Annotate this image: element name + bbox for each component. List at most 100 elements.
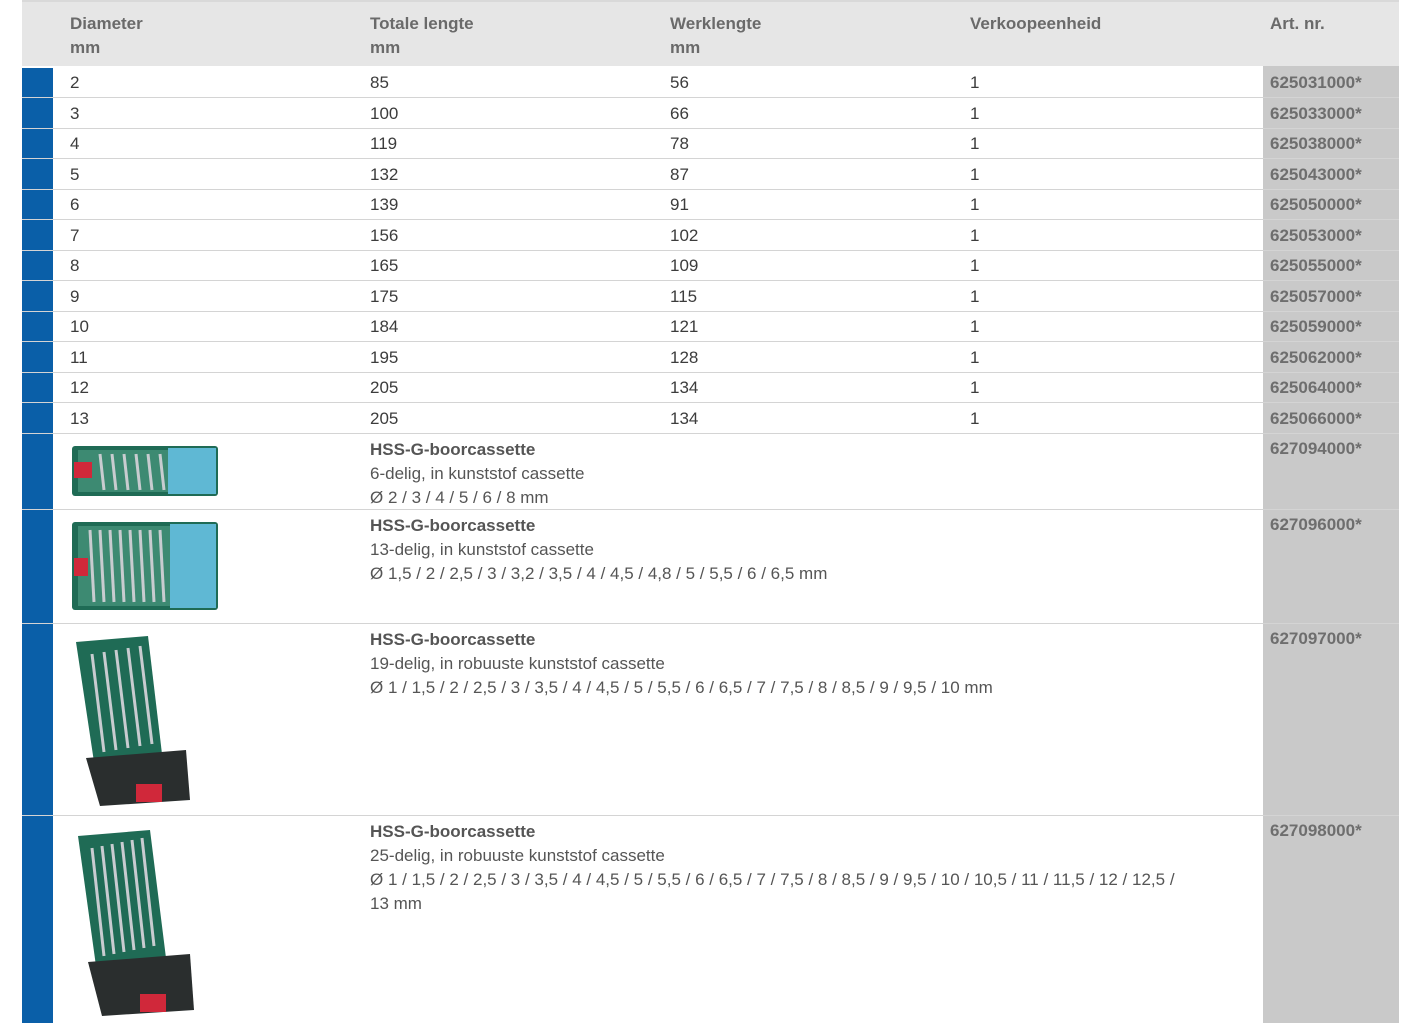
cell-sales-unit: 1	[970, 317, 980, 336]
table-row: 4 119 78 1 625038000*	[22, 129, 1399, 159]
product-article-number: 627097000*	[1270, 629, 1362, 648]
table-row: 13 205 134 1 625066000*	[22, 404, 1399, 434]
cell-work-length: 56	[670, 73, 689, 92]
product-text: HSS-G-boorcassette 13-delig, in kunststo…	[370, 514, 1250, 586]
cell-sales-unit: 1	[970, 164, 980, 184]
product-title: HSS-G-boorcassette	[370, 440, 536, 459]
cell-total-length: 165	[370, 256, 399, 275]
cell-sales-unit: 1	[970, 103, 980, 123]
table-header: Diameter mm Totale lengte mm Werklengte …	[22, 0, 1399, 66]
cell-sales-unit: 1	[970, 286, 980, 306]
product-row: HSS-G-boorcassette 13-delig, in kunststo…	[22, 510, 1399, 624]
cell-diameter: 5	[70, 164, 80, 184]
header-diameter-unit: mm	[70, 38, 101, 57]
cell-diameter: 10	[70, 317, 89, 336]
header-sales-unit-label: Verkoopeenheid	[970, 14, 1102, 33]
cell-sales-unit: 1	[970, 134, 980, 153]
cell-total-length: 100	[370, 103, 399, 123]
product-description: 25-delig, in robuuste kunststof cassette	[370, 846, 665, 865]
cell-diameter: 11	[70, 347, 88, 367]
header-sales-unit: Verkoopeenheid	[970, 12, 1101, 36]
cell-work-length: 115	[670, 286, 698, 306]
drill-box-image	[76, 636, 190, 806]
table-row: 2 85 56 1 625031000*	[22, 68, 1399, 98]
cell-total-length: 119	[370, 134, 398, 153]
product-text: HSS-G-boorcassette 25-delig, in robuuste…	[370, 820, 1250, 916]
cell-article-number: 625038000*	[1270, 134, 1362, 153]
cell-article-number: 625055000*	[1270, 256, 1362, 275]
cell-total-length: 205	[370, 408, 399, 428]
product-article-number: 627094000*	[1270, 439, 1362, 458]
table-row: 11 195 128 1 625062000*	[22, 343, 1399, 373]
cell-work-length: 128	[670, 347, 699, 367]
cell-work-length: 134	[670, 408, 699, 428]
cell-sales-unit: 1	[970, 256, 980, 275]
product-description: 19-delig, in robuuste kunststof cassette	[370, 654, 665, 673]
cell-diameter: 9	[70, 286, 80, 306]
cell-article-number: 625050000*	[1270, 195, 1362, 214]
table-row: 3 100 66 1 625033000*	[22, 99, 1399, 129]
drill-box-image	[78, 830, 194, 1016]
cell-article-number: 625033000*	[1270, 103, 1362, 123]
table-row: 5 132 87 1 625043000*	[22, 160, 1399, 190]
header-work-length-label: Werklengte	[670, 14, 762, 33]
product-title: HSS-G-boorcassette	[370, 822, 536, 841]
cell-article-number: 625043000*	[1270, 164, 1362, 184]
cell-sales-unit: 1	[970, 195, 980, 214]
table-row: 10 184 121 1 625059000*	[22, 312, 1399, 342]
table-row: 12 205 134 1 625064000*	[22, 373, 1399, 403]
cell-diameter: 8	[70, 256, 80, 275]
cell-article-number: 625064000*	[1270, 378, 1362, 397]
product-sizes: Ø 1 / 1,5 / 2 / 2,5 / 3 / 3,5 / 4 / 4,5 …	[370, 678, 993, 697]
product-row: HSS-G-boorcassette 19-delig, in robuuste…	[22, 624, 1399, 816]
cell-work-length: 134	[670, 378, 699, 397]
cell-sales-unit: 1	[970, 378, 980, 397]
product-sizes: Ø 1 / 1,5 / 2 / 2,5 / 3 / 3,5 / 4 / 4,5 …	[370, 870, 1175, 889]
drill-cassette-image	[72, 522, 218, 610]
cell-diameter: 13	[70, 408, 89, 428]
cell-total-length: 85	[370, 73, 389, 92]
table-row: 6 139 91 1 625050000*	[22, 190, 1399, 220]
product-article-number: 627096000*	[1270, 515, 1362, 534]
product-title: HSS-G-boorcassette	[370, 630, 536, 649]
product-row: HSS-G-boorcassette 25-delig, in robuuste…	[22, 816, 1399, 1023]
product-title: HSS-G-boorcassette	[370, 516, 536, 535]
header-total-length-label: Totale lengte	[370, 14, 474, 33]
table-row: 9 175 115 1 625057000*	[22, 282, 1399, 312]
cell-sales-unit: 1	[970, 347, 980, 367]
cell-sales-unit: 1	[970, 225, 980, 245]
cell-sales-unit: 1	[970, 73, 980, 92]
header-article-number: Art. nr.	[1270, 12, 1325, 36]
cell-work-length: 87	[670, 164, 689, 184]
cell-total-length: 205	[370, 378, 399, 397]
cell-work-length: 91	[670, 195, 689, 214]
cell-article-number: 625053000*	[1270, 225, 1362, 245]
product-description: 6-delig, in kunststof cassette	[370, 464, 585, 483]
cell-total-length: 156	[370, 225, 399, 245]
cell-total-length: 132	[370, 164, 399, 184]
cell-work-length: 78	[670, 134, 689, 153]
cell-work-length: 66	[670, 103, 689, 123]
product-table: Diameter mm Totale lengte mm Werklengte …	[22, 0, 1399, 1023]
header-diameter: Diameter mm	[70, 12, 143, 60]
cell-work-length: 102	[670, 225, 699, 245]
cell-sales-unit: 1	[970, 408, 980, 428]
cell-diameter: 3	[70, 103, 80, 123]
table-row: 7 156 102 1 625053000*	[22, 221, 1399, 251]
cell-article-number: 625059000*	[1270, 317, 1362, 336]
product-text: HSS-G-boorcassette 6-delig, in kunststof…	[370, 438, 1250, 510]
product-sizes: Ø 1,5 / 2 / 2,5 / 3 / 3,2 / 3,5 / 4 / 4,…	[370, 564, 828, 583]
cell-article-number: 625031000*	[1270, 73, 1362, 92]
cell-diameter: 12	[70, 378, 89, 397]
cell-total-length: 195	[370, 347, 399, 367]
product-text: HSS-G-boorcassette 19-delig, in robuuste…	[370, 628, 1250, 700]
product-article-number: 627098000*	[1270, 821, 1362, 840]
cell-diameter: 4	[70, 134, 80, 153]
product-description: 13-delig, in kunststof cassette	[370, 540, 594, 559]
header-work-length-unit: mm	[670, 38, 701, 57]
cell-diameter: 2	[70, 73, 80, 92]
header-total-length-unit: mm	[370, 38, 401, 57]
cell-work-length: 109	[670, 256, 699, 275]
header-work-length: Werklengte mm	[670, 12, 761, 60]
cell-work-length: 121	[670, 317, 699, 336]
